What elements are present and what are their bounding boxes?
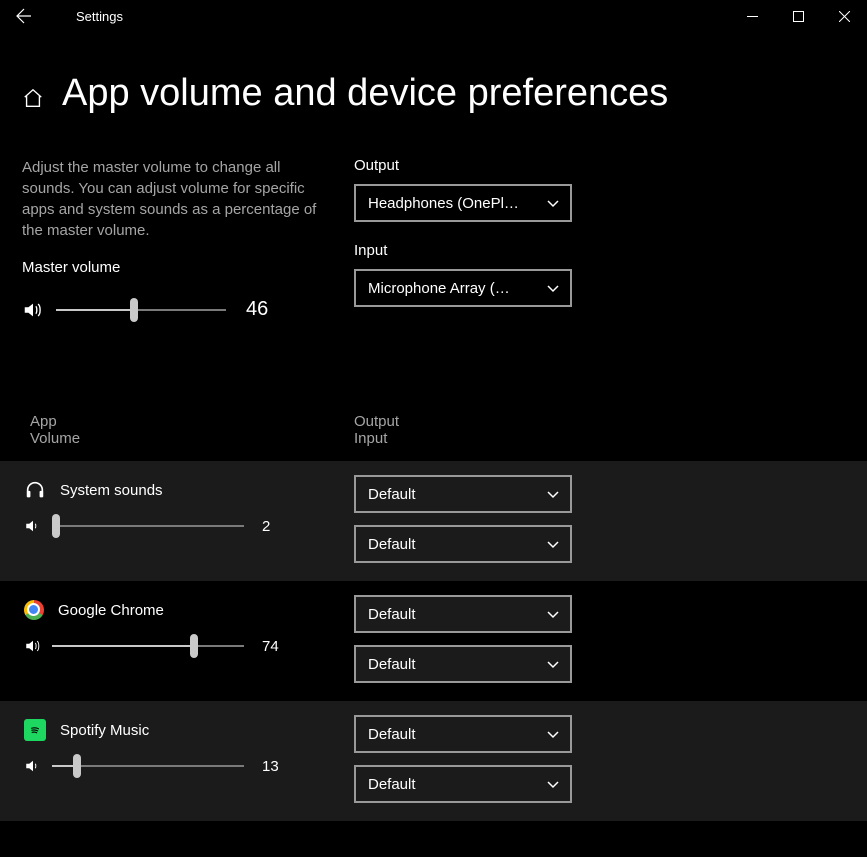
chevron-down-icon <box>546 727 560 741</box>
output-dropdown[interactable]: Headphones (OnePl… <box>354 184 572 222</box>
page-header: App volume and device preferences <box>0 32 867 115</box>
app-output-dropdown[interactable]: Default <box>354 595 572 633</box>
speaker-icon[interactable] <box>24 637 42 655</box>
chevron-down-icon <box>546 281 560 295</box>
master-volume-label: Master volume <box>22 259 354 276</box>
app-volume-slider[interactable] <box>52 765 244 767</box>
close-button[interactable] <box>821 0 867 32</box>
app-icon <box>24 600 44 620</box>
app-output-value: Default <box>368 486 416 503</box>
content: Adjust the master volume to change all s… <box>0 115 867 327</box>
master-volume-value: 46 <box>246 298 276 321</box>
close-icon <box>839 11 850 22</box>
app-icon <box>24 479 46 501</box>
minimize-icon <box>747 11 758 22</box>
speaker-icon[interactable] <box>24 517 42 535</box>
output-value: Headphones (OnePl… <box>368 195 519 212</box>
home-icon[interactable] <box>22 87 44 109</box>
maximize-button[interactable] <box>775 0 821 32</box>
input-value: Microphone Array (… <box>368 280 510 297</box>
chevron-down-icon <box>546 607 560 621</box>
slider-thumb[interactable] <box>52 514 60 538</box>
description-text: Adjust the master volume to change all s… <box>22 157 354 241</box>
chevron-down-icon <box>546 657 560 671</box>
arrow-left-icon <box>16 8 32 24</box>
slider-fill <box>52 645 194 647</box>
output-label: Output <box>354 157 614 174</box>
app-output-value: Default <box>368 726 416 743</box>
app-input-dropdown[interactable]: Default <box>354 645 572 683</box>
app-input-dropdown[interactable]: Default <box>354 765 572 803</box>
maximize-icon <box>793 11 804 22</box>
app-name: System sounds <box>60 482 163 499</box>
page-title: App volume and device preferences <box>62 72 668 115</box>
app-icon <box>24 719 46 741</box>
slider-thumb[interactable] <box>73 754 81 778</box>
header-output: Output <box>354 413 399 430</box>
app-output-dropdown[interactable]: Default <box>354 715 572 753</box>
device-column: Output Headphones (OnePl… Input Micropho… <box>354 157 614 327</box>
chevron-down-icon <box>546 196 560 210</box>
app-output-value: Default <box>368 606 416 623</box>
app-output-dropdown[interactable]: Default <box>354 475 572 513</box>
back-button[interactable] <box>0 0 48 32</box>
header-volume: Volume <box>30 430 354 447</box>
minimize-button[interactable] <box>729 0 775 32</box>
list-header: App Volume Output Input <box>0 413 867 461</box>
window-title: Settings <box>48 9 123 24</box>
master-volume-row: 46 <box>22 298 354 321</box>
app-name: Google Chrome <box>58 602 164 619</box>
header-app: App <box>30 413 354 430</box>
app-row: Google Chrome 74 Default Default <box>0 581 867 701</box>
titlebar: Settings <box>0 0 867 32</box>
window-controls <box>729 0 867 32</box>
slider-thumb[interactable] <box>130 298 138 322</box>
slider-thumb[interactable] <box>190 634 198 658</box>
master-column: Adjust the master volume to change all s… <box>22 157 354 327</box>
master-volume-slider[interactable] <box>56 309 226 311</box>
app-input-value: Default <box>368 776 416 793</box>
app-list: App Volume Output Input System sounds 2 <box>0 407 867 821</box>
input-dropdown[interactable]: Microphone Array (… <box>354 269 572 307</box>
app-row: System sounds 2 Default Default <box>0 461 867 581</box>
app-input-dropdown[interactable]: Default <box>354 525 572 563</box>
app-volume-value: 13 <box>262 758 292 775</box>
chevron-down-icon <box>546 537 560 551</box>
input-label: Input <box>354 242 614 259</box>
app-row: Spotify Music 13 Default Default <box>0 701 867 821</box>
app-input-value: Default <box>368 656 416 673</box>
app-volume-value: 74 <box>262 638 292 655</box>
app-name: Spotify Music <box>60 722 149 739</box>
speaker-icon[interactable] <box>22 299 44 321</box>
chevron-down-icon <box>546 487 560 501</box>
slider-fill <box>56 309 134 311</box>
app-input-value: Default <box>368 536 416 553</box>
app-volume-value: 2 <box>262 518 292 535</box>
app-volume-slider[interactable] <box>52 645 244 647</box>
chevron-down-icon <box>546 777 560 791</box>
header-input: Input <box>354 430 399 447</box>
speaker-icon[interactable] <box>24 757 42 775</box>
app-volume-slider[interactable] <box>52 525 244 527</box>
